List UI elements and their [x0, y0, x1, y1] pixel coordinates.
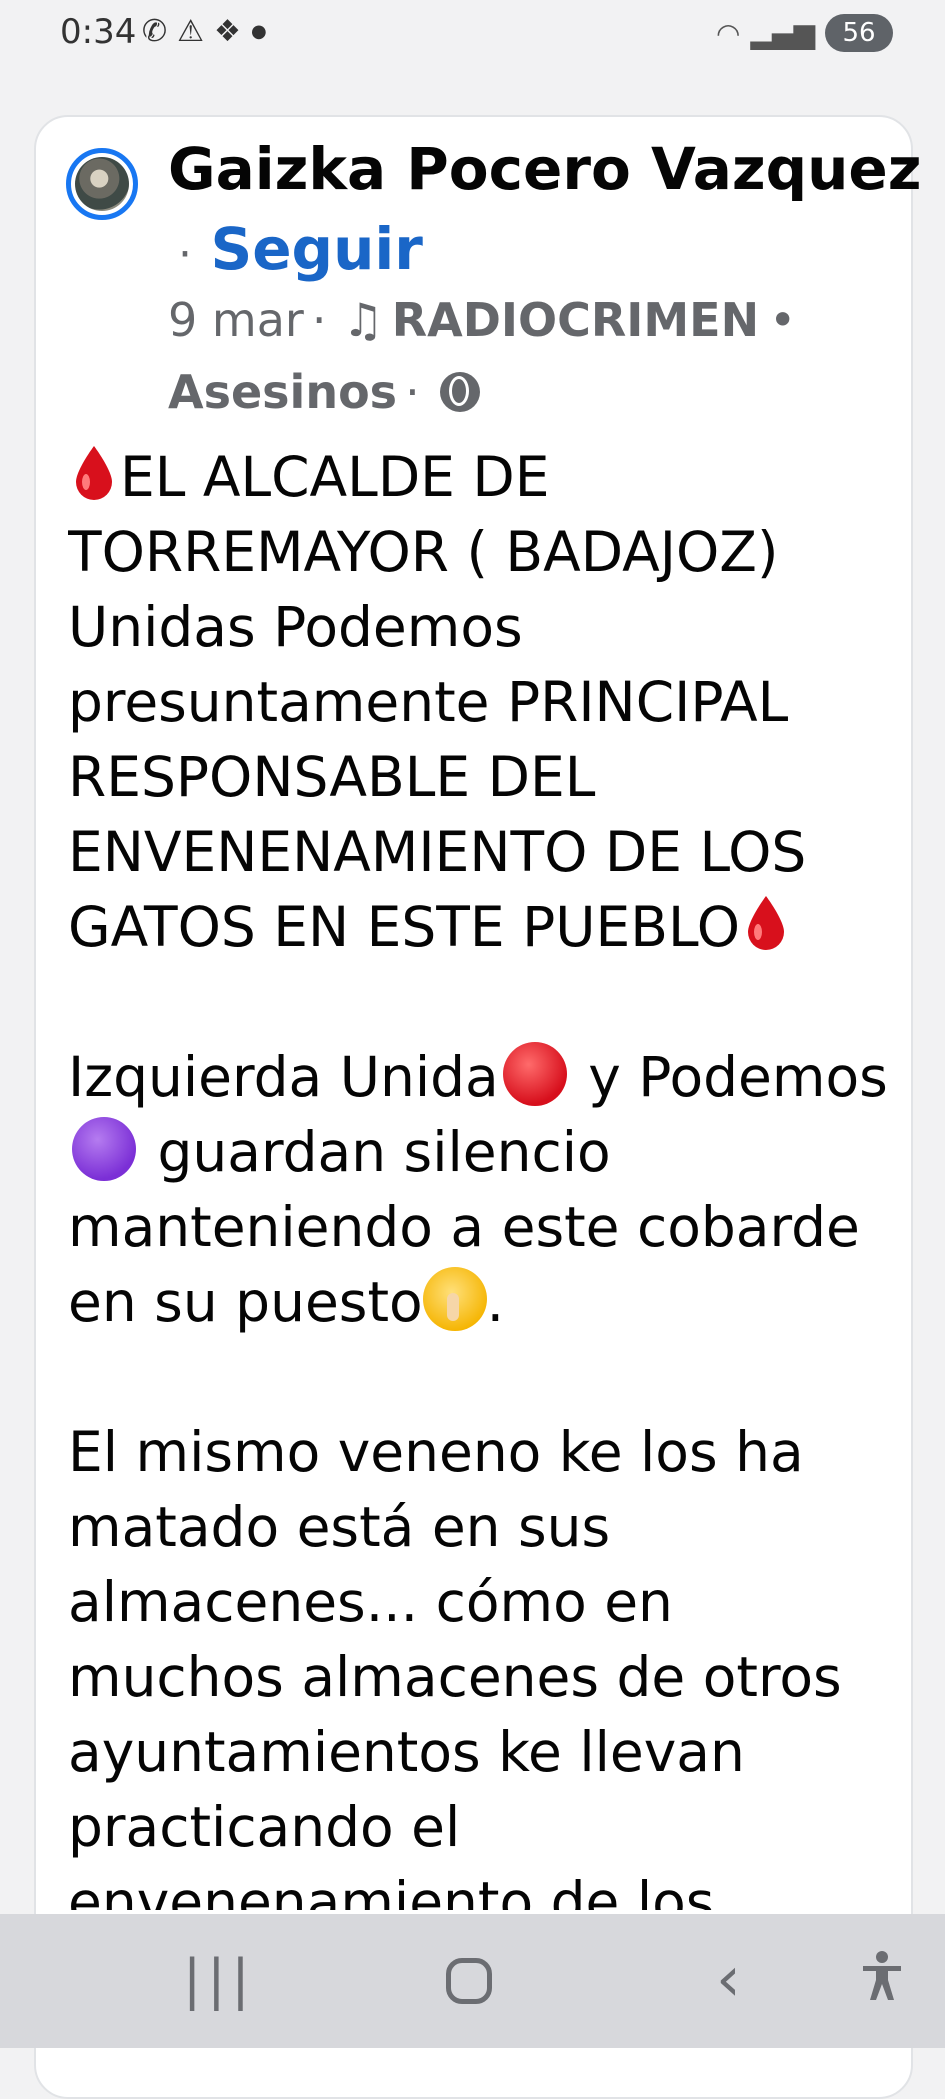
- system-nav-bar: ||| ‹: [0, 1914, 945, 2048]
- avatar-image: [75, 157, 129, 211]
- battery-badge: 56: [825, 14, 893, 52]
- meta-separator: ·: [311, 293, 327, 347]
- accessibility-button[interactable]: [860, 1950, 904, 2015]
- paragraph-3-text: El mismo veneno ke los ha matado está en…: [68, 1420, 842, 1910]
- dot-icon: ●: [250, 21, 267, 42]
- group-separator: •: [769, 293, 797, 347]
- post-date[interactable]: 9 mar: [168, 290, 304, 350]
- red-circle-icon: [502, 1042, 567, 1106]
- author-avatar[interactable]: [66, 148, 138, 220]
- separator-dot: ·: [178, 229, 192, 280]
- post-meta: 9 mar · ♫ RADIOCRIMEN •: [168, 290, 796, 350]
- home-button[interactable]: [446, 1958, 492, 2004]
- group-topic[interactable]: Asesinos: [168, 362, 397, 422]
- follow-row: · Seguir: [178, 212, 423, 292]
- accessibility-icon: [863, 1951, 901, 2000]
- follow-button[interactable]: Seguir: [210, 215, 422, 283]
- blood-drop-icon: [76, 446, 112, 500]
- recent-apps-button[interactable]: |||: [183, 1948, 256, 2011]
- notification-icons: ✆ ⚠ ❖ ●: [142, 14, 267, 50]
- shushing-face-icon: [422, 1267, 487, 1331]
- paragraph-2: Izquierda Unida y Podemos guardan silenc…: [68, 1040, 888, 1340]
- wifi-icon: ◠: [715, 16, 741, 50]
- author-name[interactable]: Gaizka Pocero Vazquez: [168, 132, 922, 206]
- post-topic-row: Asesinos ·: [168, 362, 480, 422]
- purple-circle-icon: [72, 1117, 136, 1181]
- whatsapp-icon: ✆: [142, 14, 168, 49]
- paragraph-1-text: EL ALCALDE DE TORREMAYOR ( BADAJOZ) Unid…: [68, 445, 807, 959]
- paragraph-2-part-1: Izquierda Unida: [68, 1045, 499, 1109]
- topic-separator: ·: [405, 365, 420, 419]
- globe-icon: [439, 372, 480, 412]
- group-name[interactable]: RADIOCRIMEN: [392, 290, 759, 350]
- blood-drop-icon: [748, 896, 785, 950]
- paragraph-2-part-2: y Podemos: [570, 1045, 888, 1109]
- status-bar: 0:34 ✆ ⚠ ❖ ● ◠ ▂▄▆ 56: [0, 0, 945, 72]
- paragraph-1: EL ALCALDE DE TORREMAYOR ( BADAJOZ) Unid…: [68, 440, 888, 965]
- status-time: 0:34: [60, 12, 137, 52]
- music-note-icon: ♫: [342, 293, 384, 347]
- paragraph-3: El mismo veneno ke los ha matado está en…: [68, 1415, 888, 1910]
- layers-icon: ❖: [214, 14, 241, 49]
- status-right: ◠ ▂▄▆ 56: [716, 14, 893, 52]
- post-body: EL ALCALDE DE TORREMAYOR ( BADAJOZ) Unid…: [68, 440, 888, 1910]
- paragraph-2-part-4: .: [486, 1270, 505, 1334]
- back-button[interactable]: ‹: [716, 1942, 741, 2015]
- signal-icon: ▂▄▆: [750, 16, 815, 50]
- alert-icon: ⚠: [177, 14, 205, 49]
